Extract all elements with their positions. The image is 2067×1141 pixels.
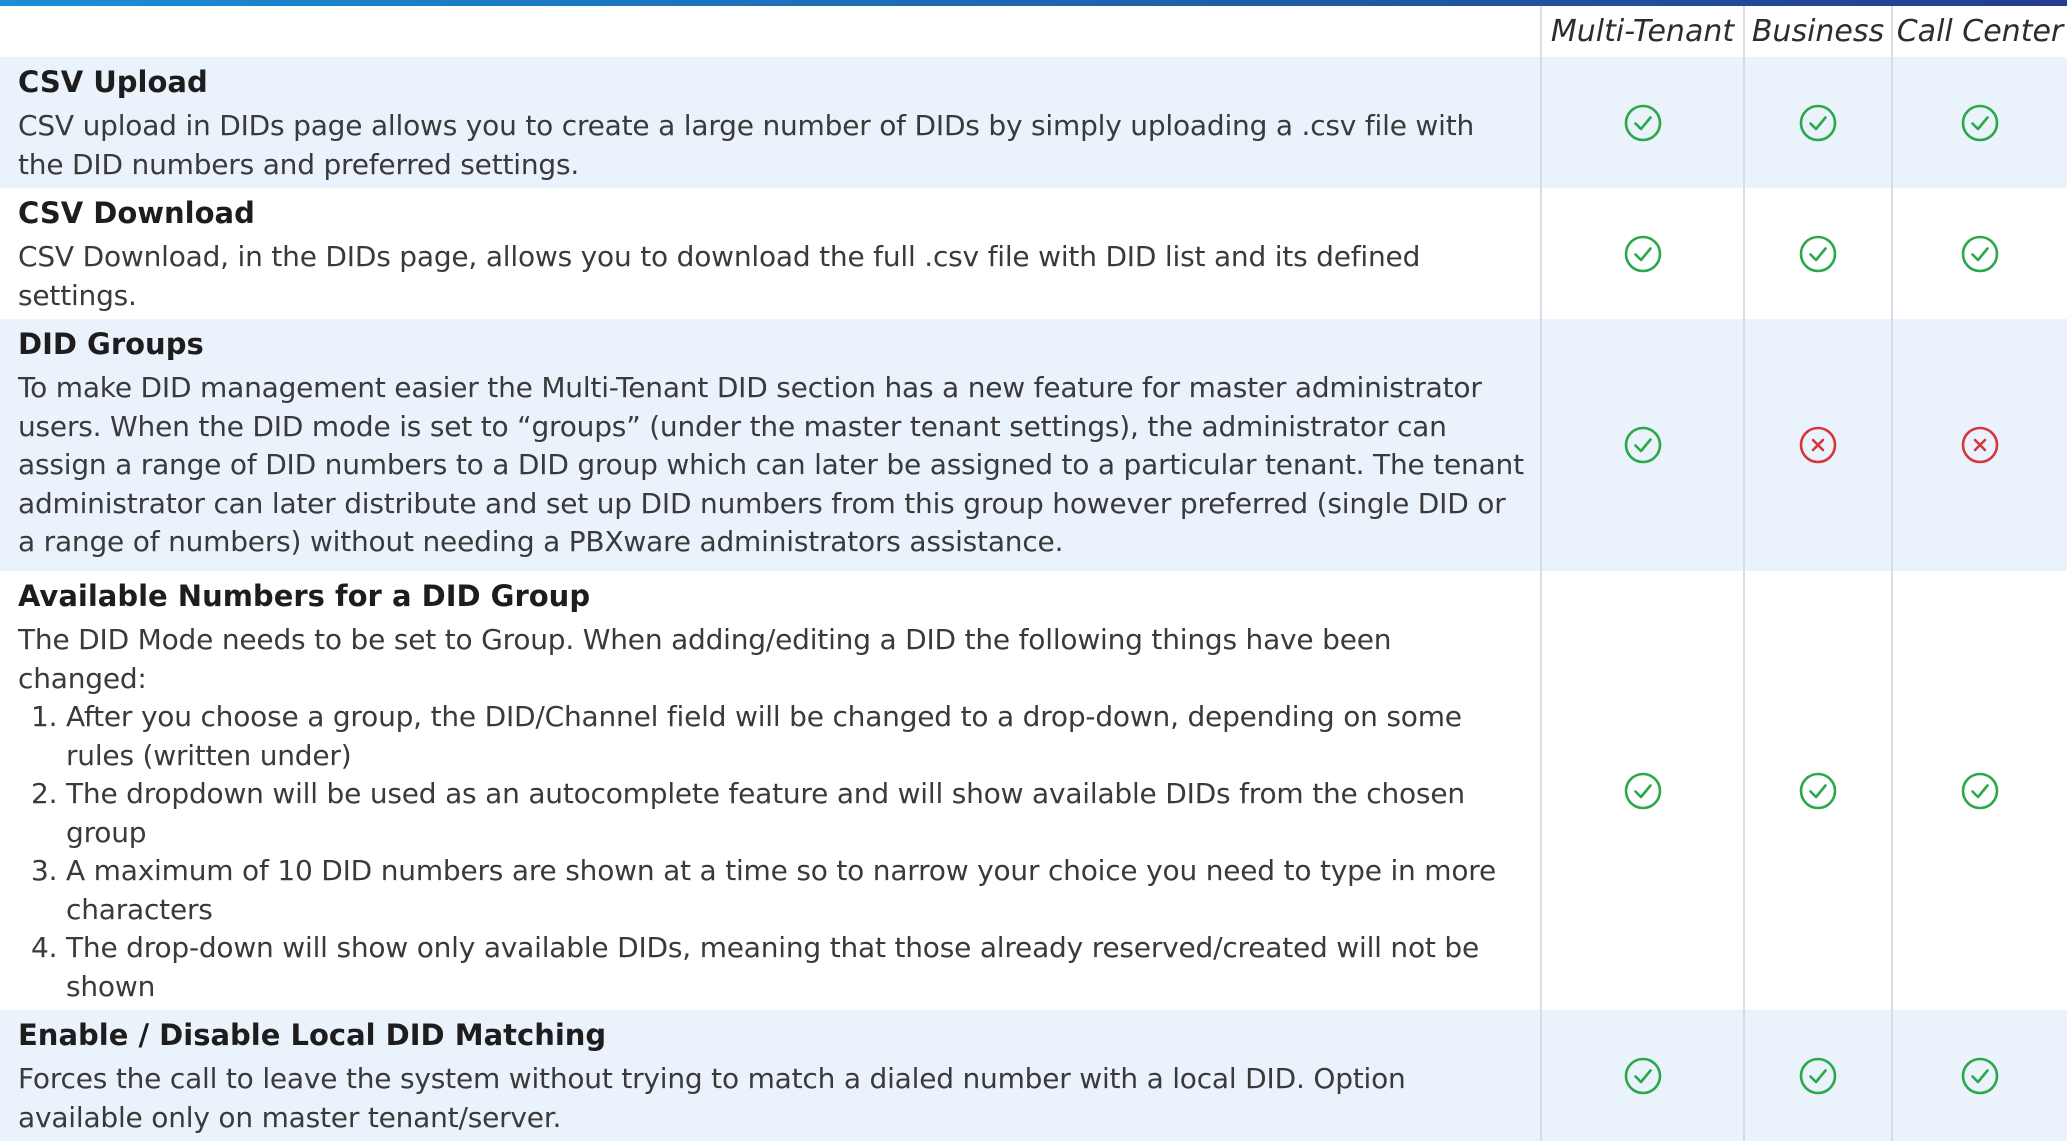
list-item: The dropdown will be used as an autocomp… <box>66 775 1526 852</box>
availability-call-center <box>1891 571 2067 1010</box>
list-item: After you choose a group, the DID/Channe… <box>66 698 1526 775</box>
availability-call-center <box>1891 1010 2067 1141</box>
check-circle-icon <box>1798 1056 1838 1096</box>
feature-title: CSV Download <box>18 196 255 230</box>
availability-multi-tenant <box>1540 319 1744 571</box>
check-circle-icon <box>1960 234 2000 274</box>
header-multi-tenant: Multi-Tenant <box>1540 6 1744 57</box>
check-circle-icon <box>1623 103 1663 143</box>
feature-list: After you choose a group, the DID/Channe… <box>18 698 1526 1006</box>
check-circle-icon <box>1798 234 1838 274</box>
check-circle-icon <box>1623 425 1663 465</box>
availability-business <box>1743 57 1892 188</box>
availability-business <box>1743 1010 1892 1141</box>
availability-multi-tenant <box>1540 57 1744 188</box>
availability-multi-tenant <box>1540 188 1744 319</box>
availability-business <box>1743 188 1892 319</box>
check-circle-icon <box>1798 103 1838 143</box>
availability-business <box>1743 319 1892 571</box>
feature-title: CSV Upload <box>18 65 208 99</box>
check-circle-icon <box>1798 771 1838 811</box>
feature-title: Available Numbers for a DID Group <box>18 579 591 613</box>
table-row: CSV Upload CSV upload in DIDs page allow… <box>0 57 2067 188</box>
table-header: Multi-Tenant Business Call Center <box>0 6 2067 57</box>
feature-cell: DID Groups To make DID management easier… <box>0 319 1541 571</box>
feature-title: DID Groups <box>18 327 204 361</box>
check-circle-icon <box>1960 771 2000 811</box>
feature-cell: CSV Download CSV Download, in the DIDs p… <box>0 188 1541 319</box>
feature-cell: Enable / Disable Local DID Matching Forc… <box>0 1010 1541 1141</box>
availability-call-center <box>1891 319 2067 571</box>
table-row: Enable / Disable Local DID Matching Forc… <box>0 1010 2067 1141</box>
availability-multi-tenant <box>1540 571 1744 1010</box>
table-row: DID Groups To make DID management easier… <box>0 319 2067 571</box>
table-row: CSV Download CSV Download, in the DIDs p… <box>0 188 2067 319</box>
availability-call-center <box>1891 57 2067 188</box>
feature-description: CSV Download, in the DIDs page, allows y… <box>18 240 1421 312</box>
table-row: Available Numbers for a DID Group The DI… <box>0 571 2067 1010</box>
check-circle-icon <box>1960 103 2000 143</box>
feature-cell: Available Numbers for a DID Group The DI… <box>0 571 1541 1010</box>
list-item: The drop-down will show only available D… <box>66 929 1526 1006</box>
feature-description: Forces the call to leave the system with… <box>18 1062 1406 1134</box>
feature-description: CSV upload in DIDs page allows you to cr… <box>18 109 1475 181</box>
x-circle-icon <box>1798 425 1838 465</box>
availability-business <box>1743 571 1892 1010</box>
feature-description: To make DID management easier the Multi-… <box>18 371 1524 558</box>
list-item: A maximum of 10 DID numbers are shown at… <box>66 852 1526 929</box>
x-circle-icon <box>1960 425 2000 465</box>
feature-title: Enable / Disable Local DID Matching <box>18 1018 607 1052</box>
availability-multi-tenant <box>1540 1010 1744 1141</box>
feature-description: The DID Mode needs to be set to Group. W… <box>18 623 1392 695</box>
header-call-center: Call Center <box>1891 6 2067 57</box>
check-circle-icon <box>1623 771 1663 811</box>
header-business: Business <box>1743 6 1892 57</box>
check-circle-icon <box>1623 234 1663 274</box>
check-circle-icon <box>1623 1056 1663 1096</box>
feature-comparison-table: Multi-Tenant Business Call Center CSV Up… <box>0 6 2067 1141</box>
feature-cell: CSV Upload CSV upload in DIDs page allow… <box>0 57 1541 188</box>
header-feature-cell <box>0 6 1541 57</box>
availability-call-center <box>1891 188 2067 319</box>
check-circle-icon <box>1960 1056 2000 1096</box>
